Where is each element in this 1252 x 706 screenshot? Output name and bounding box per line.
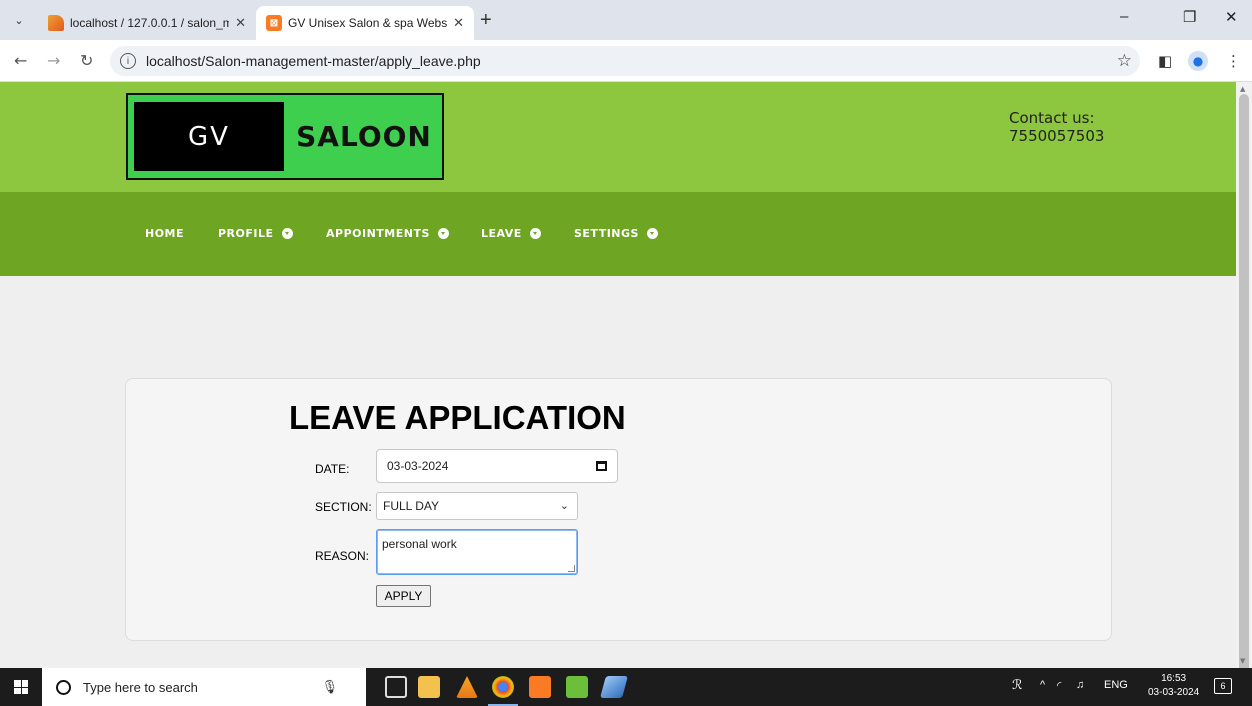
language-indicator[interactable]: ENG — [1104, 679, 1128, 691]
dropdown-caret-icon — [646, 228, 658, 239]
nav-label: HOME — [145, 227, 185, 240]
reason-label: REASON: — [315, 549, 370, 563]
profile-avatar-icon[interactable]: ● — [1188, 51, 1208, 71]
people-icon[interactable]: ℛ — [1012, 677, 1022, 693]
section-label: SECTION: — [315, 500, 372, 514]
reload-icon[interactable]: ↻ — [80, 51, 93, 70]
nav-home[interactable]: HOME — [145, 227, 184, 240]
windows-start-icon[interactable] — [14, 680, 28, 694]
apply-button[interactable]: APPLY — [376, 585, 431, 607]
app-icon[interactable] — [600, 676, 628, 698]
show-hidden-icons-icon[interactable]: ^ — [1040, 679, 1045, 691]
resize-handle-icon[interactable] — [568, 565, 575, 572]
window-close-icon[interactable]: ✕ — [1225, 8, 1238, 26]
vlc-icon[interactable] — [456, 676, 478, 698]
phpmyadmin-favicon-icon — [48, 15, 64, 31]
minimize-icon[interactable]: – — [1120, 8, 1128, 25]
contact-info: Contact us: 7550057503 — [1009, 109, 1104, 145]
address-bar-row: ← → ↻ i localhost/Salon-management-maste… — [0, 40, 1252, 82]
dropdown-caret-icon — [281, 228, 293, 239]
windows-taskbar: Type here to search 🎙 ℛ ^ ◜ ♫ ENG 16:53 … — [0, 668, 1252, 706]
notification-center-icon[interactable]: 6 — [1214, 678, 1232, 694]
main-nav: HOME PROFILE APPOINTMENTS LEAVE SETTINGS — [0, 192, 1236, 276]
notification-count: 6 — [1220, 681, 1226, 691]
section-select[interactable]: FULL DAY ⌄ — [376, 492, 578, 520]
tab-phpmyadmin[interactable]: localhost / 127.0.0.1 / salon_ma ✕ — [38, 6, 256, 40]
xampp-favicon-icon: ⊠ — [266, 15, 282, 31]
scroll-up-icon[interactable]: ▲ — [1240, 85, 1245, 93]
scrollbar-thumb[interactable] — [1239, 94, 1249, 674]
site-header: GV SALOON Contact us: 7550057503 — [0, 82, 1236, 192]
reason-value: personal work — [382, 537, 457, 551]
close-icon[interactable]: ✕ — [453, 15, 464, 31]
tab-title: localhost / 127.0.0.1 / salon_ma — [70, 16, 230, 30]
site-info-icon[interactable]: i — [120, 53, 136, 69]
search-placeholder: Type here to search — [83, 679, 198, 695]
date-label: DATE: — [315, 462, 350, 476]
clock-time: 16:53 — [1161, 673, 1187, 684]
chevron-down-icon: ⌄ — [559, 500, 569, 512]
tab-title: GV Unisex Salon & spa Website — [288, 16, 448, 30]
logo-gv: GV — [134, 102, 284, 171]
nav-label: PROFILE — [218, 227, 274, 240]
dropdown-caret-icon — [437, 228, 449, 239]
url-field[interactable]: i localhost/Salon-management-master/appl… — [110, 46, 1140, 76]
xampp-icon[interactable] — [529, 676, 551, 698]
nav-settings[interactable]: SETTINGS — [574, 227, 658, 240]
network-icon[interactable]: ◜ — [1057, 679, 1061, 692]
browser-menu-icon[interactable]: ⋮ — [1226, 52, 1241, 70]
clock-date: 03-03-2024 — [1148, 687, 1200, 698]
scroll-down-icon[interactable]: ▼ — [1240, 657, 1245, 665]
new-tab-icon[interactable]: + — [480, 9, 492, 32]
date-value: 03-03-2024 — [387, 459, 449, 473]
nav-label: SETTINGS — [574, 227, 639, 240]
reason-textarea[interactable]: personal work — [376, 529, 578, 575]
logo-saloon: SALOON — [296, 120, 432, 153]
nav-appointments[interactable]: APPOINTMENTS — [326, 227, 449, 240]
nav-profile[interactable]: PROFILE — [218, 227, 293, 240]
cortana-icon — [56, 679, 71, 695]
page-viewport: GV SALOON Contact us: 7550057503 HOME PR… — [0, 82, 1236, 668]
nav-leave[interactable]: LEAVE — [481, 227, 541, 240]
close-icon[interactable]: ✕ — [235, 15, 246, 31]
dropdown-caret-icon — [529, 228, 541, 239]
tab-salon-website[interactable]: ⊠ GV Unisex Salon & spa Website ✕ — [256, 6, 474, 40]
form-title: LEAVE APPLICATION — [289, 399, 626, 436]
forward-icon[interactable]: → — [47, 51, 60, 70]
notepad-plus-plus-icon[interactable] — [566, 676, 588, 698]
browser-tabstrip: ⌄ localhost / 127.0.0.1 / salon_ma ✕ ⊠ G… — [0, 0, 1252, 40]
contact-phone: 7550057503 — [1009, 127, 1105, 145]
file-explorer-icon[interactable] — [418, 676, 440, 698]
restore-icon[interactable]: ❐ — [1183, 8, 1196, 26]
volume-icon[interactable]: ♫ — [1076, 679, 1084, 691]
chrome-icon[interactable] — [492, 676, 514, 698]
taskbar-search[interactable]: Type here to search 🎙 — [42, 668, 366, 706]
url-text: localhost/Salon-management-master/apply_… — [146, 53, 481, 69]
system-clock[interactable]: 16:53 03-03-2024 — [1148, 672, 1199, 700]
date-input[interactable]: 03-03-2024 — [376, 449, 618, 483]
contact-label: Contact us: — [1009, 109, 1095, 127]
section-value: FULL DAY — [383, 499, 440, 513]
nav-label: LEAVE — [481, 227, 522, 240]
side-panel-icon[interactable]: ◧ — [1158, 52, 1172, 70]
task-view-icon[interactable] — [385, 676, 407, 698]
calendar-icon[interactable] — [596, 461, 607, 471]
page-scrollbar[interactable]: ▲ ▼ — [1236, 82, 1252, 674]
site-logo[interactable]: GV SALOON — [126, 93, 444, 180]
nav-label: APPOINTMENTS — [326, 227, 430, 240]
back-icon[interactable]: ← — [14, 51, 27, 70]
bookmark-star-icon[interactable]: ☆ — [1117, 51, 1132, 71]
tab-search-chevron-icon[interactable]: ⌄ — [8, 9, 30, 31]
microphone-icon[interactable]: 🎙 — [321, 679, 338, 695]
leave-form-card: LEAVE APPLICATION DATE: 03-03-2024 SECTI… — [125, 378, 1112, 641]
